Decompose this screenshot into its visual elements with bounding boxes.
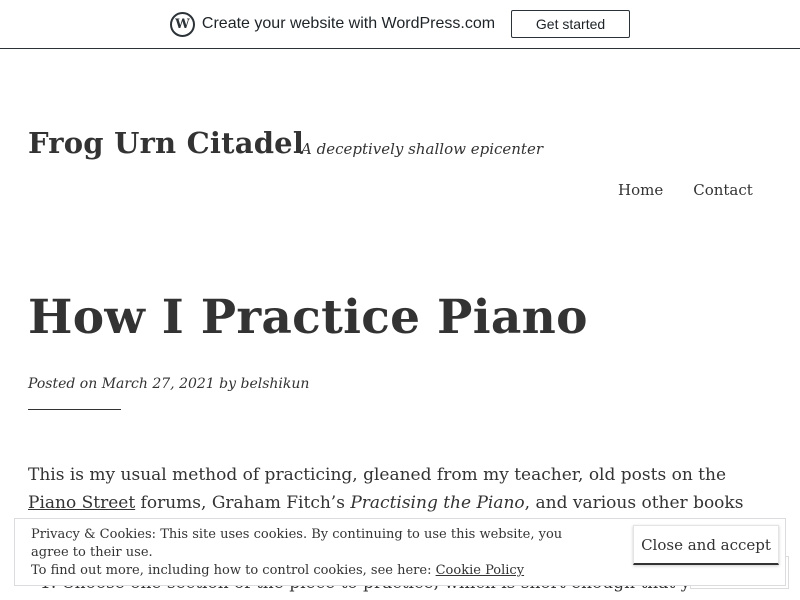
piano-street-link[interactable]: Piano Street xyxy=(28,493,135,513)
cookie-text-line2: To find out more, including how to contr… xyxy=(31,563,436,578)
post-date-link[interactable]: March 27, 2021 xyxy=(102,376,215,392)
cookie-banner: Privacy & Cookies: This site uses cookie… xyxy=(14,518,786,586)
close-and-accept-button[interactable]: Close and accept xyxy=(633,525,779,565)
wordpress-logo-icon[interactable]: W xyxy=(169,11,195,37)
get-started-button[interactable]: Get started xyxy=(511,10,631,38)
cookie-policy-link[interactable]: Cookie Policy xyxy=(436,563,524,578)
site-title[interactable]: Frog Urn Citadel xyxy=(28,126,304,160)
wordpress-promo-bar: W Create your website with WordPress.com… xyxy=(0,0,800,49)
nav-item-home[interactable]: Home xyxy=(618,181,663,199)
book-title: Practising the Piano xyxy=(350,493,525,513)
posted-on-label: Posted on xyxy=(28,376,98,392)
cookie-banner-text: Privacy & Cookies: This site uses cookie… xyxy=(31,526,601,580)
wordpress-promo-text[interactable]: Create your website with WordPress.com xyxy=(202,15,495,33)
intro-text-1: This is my usual method of practicing, g… xyxy=(28,465,727,485)
author-link[interactable]: belshikun xyxy=(241,376,310,392)
by-label: by xyxy=(219,376,237,392)
post-meta: Posted on March 27, 2021 by belshikun xyxy=(28,376,309,392)
nav-item-contact[interactable]: Contact xyxy=(693,181,753,199)
cookie-text-line1: Privacy & Cookies: This site uses cookie… xyxy=(31,527,563,560)
intro-text-2: forums, Graham Fitch’s xyxy=(135,493,351,513)
main-navigation: Home Contact xyxy=(618,181,753,199)
meta-divider xyxy=(28,409,121,410)
post-title: How I Practice Piano xyxy=(28,290,588,345)
site-tagline: A deceptively shallow epicenter xyxy=(301,140,543,158)
